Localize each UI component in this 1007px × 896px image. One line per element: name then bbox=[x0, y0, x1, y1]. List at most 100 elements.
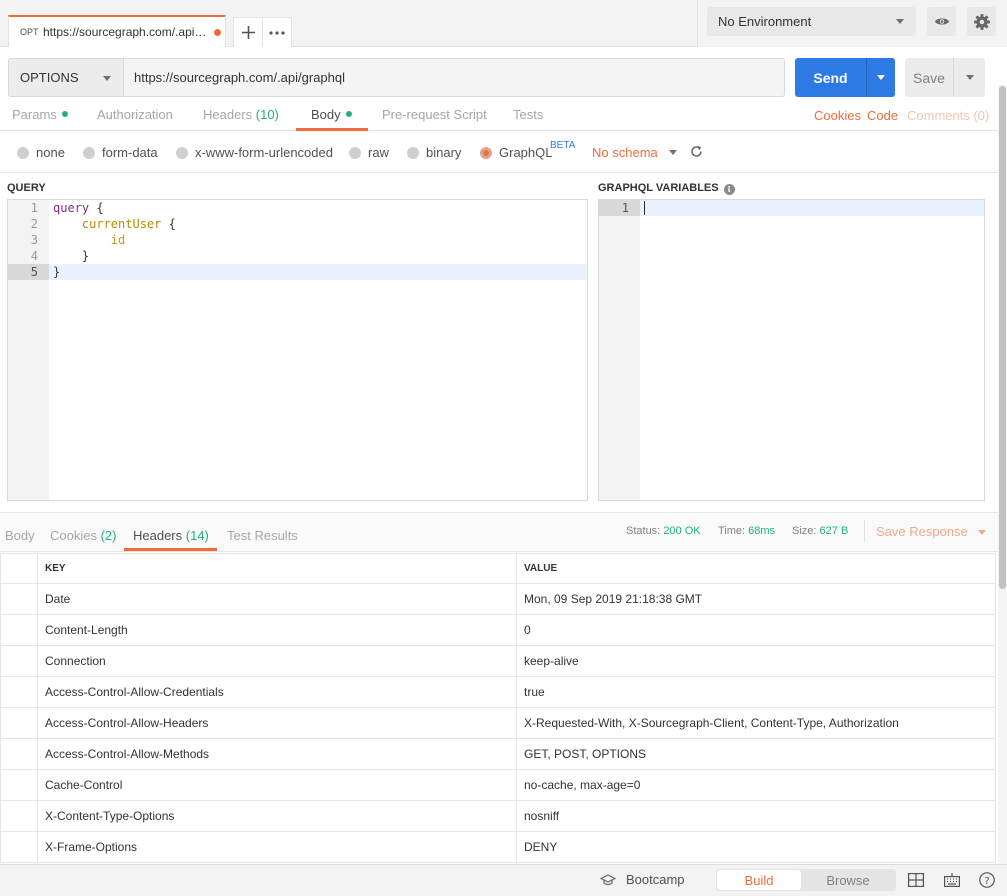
query-title: QUERY bbox=[7, 182, 46, 194]
chevron-down-icon bbox=[978, 530, 987, 535]
size-info[interactable]: Size: 627 B bbox=[792, 525, 848, 537]
save-response-button[interactable]: Save Response bbox=[876, 524, 987, 539]
new-tab-button[interactable] bbox=[233, 17, 263, 47]
chevron-down-icon bbox=[877, 75, 885, 80]
chevron-down-icon bbox=[896, 19, 904, 24]
schema-select[interactable]: No schema bbox=[592, 145, 658, 160]
row-spacer bbox=[0, 676, 38, 708]
size-value: 627 B bbox=[819, 525, 849, 537]
code-text: } bbox=[53, 265, 61, 279]
table-row: Date Mon, 09 Sep 2019 21:18:38 GMT bbox=[0, 583, 996, 615]
scrollbar-thumb[interactable] bbox=[999, 86, 1006, 589]
body-type-urlencoded[interactable]: x-www-form-urlencoded bbox=[176, 145, 333, 160]
code-line-active: 5} bbox=[8, 264, 587, 280]
query-editor[interactable]: 1 query { 2 currentUser { 3 id 4 } 5} bbox=[7, 199, 588, 501]
header-key: X-Content-Type-Options bbox=[37, 800, 517, 832]
size-label: Size: bbox=[792, 525, 817, 537]
keyboard-shortcuts-button[interactable] bbox=[943, 871, 961, 889]
bootcamp-button[interactable]: Bootcamp bbox=[600, 872, 685, 887]
tab-body-label: Body bbox=[311, 107, 341, 122]
variables-title-label: GRAPHQL VARIABLES bbox=[598, 182, 719, 194]
code-line-active: 1 bbox=[599, 200, 984, 216]
code-line: 4 } bbox=[8, 248, 587, 264]
response-tab-cookies[interactable]: Cookies (2) bbox=[50, 528, 116, 543]
body-type-raw[interactable]: raw bbox=[349, 145, 389, 160]
unsaved-dot-icon bbox=[214, 29, 221, 36]
header-key: Connection bbox=[37, 645, 517, 677]
tab-options-button[interactable] bbox=[262, 17, 292, 47]
method-select[interactable]: OPTIONS bbox=[8, 58, 124, 97]
line-number: 1 bbox=[599, 200, 640, 216]
response-tab-headers[interactable]: Headers (14) bbox=[133, 528, 209, 543]
table-row: Access-Control-Allow-Credentials true bbox=[0, 676, 996, 708]
header-key: X-Frame-Options bbox=[37, 831, 517, 863]
save-button[interactable]: Save bbox=[905, 58, 953, 97]
send-dropdown-button[interactable] bbox=[866, 58, 895, 97]
table-header-row: KEY VALUE bbox=[0, 553, 996, 584]
code-line: 3 id bbox=[8, 232, 587, 248]
comments-link[interactable]: Comments (0) bbox=[907, 108, 989, 123]
table-row: Cache-Control no-cache, max-age=0 bbox=[0, 769, 996, 801]
response-tab-headers-label: Headers bbox=[133, 528, 183, 543]
time-info[interactable]: Time: 68ms bbox=[718, 525, 775, 537]
table-row: Connection keep-alive bbox=[0, 645, 996, 677]
response-headers-table: KEY VALUE Date Mon, 09 Sep 2019 21:18:38 … bbox=[0, 553, 996, 863]
tab-authorization[interactable]: Authorization bbox=[97, 107, 173, 122]
cookies-link[interactable]: Cookies bbox=[814, 108, 861, 123]
tab-headers[interactable]: Headers (10) bbox=[203, 107, 279, 122]
row-spacer bbox=[0, 645, 38, 677]
body-type-graphql-label: GraphQL bbox=[499, 145, 553, 160]
environment-quick-look-button[interactable] bbox=[927, 7, 956, 36]
plus-icon bbox=[241, 26, 255, 39]
tab-params[interactable]: Params bbox=[12, 107, 68, 122]
status-info: Status: 200 OK bbox=[626, 525, 701, 537]
browse-mode-button[interactable]: Browse bbox=[801, 870, 895, 890]
body-type-form-data-label: form-data bbox=[102, 145, 158, 160]
code-field: currentUser bbox=[53, 217, 162, 231]
save-dropdown-button[interactable] bbox=[953, 58, 985, 97]
body-type-raw-label: raw bbox=[368, 145, 389, 160]
response-tab-cookies-count: (2) bbox=[100, 528, 117, 543]
code-field: id bbox=[53, 233, 126, 247]
chevron-down-icon[interactable] bbox=[669, 150, 677, 155]
refresh-schema-button[interactable] bbox=[690, 145, 703, 161]
body-type-binary[interactable]: binary bbox=[407, 145, 461, 160]
response-tab-cookies-label: Cookies bbox=[50, 528, 97, 543]
help-button[interactable]: ? bbox=[978, 871, 996, 889]
status-value: 200 OK bbox=[663, 525, 701, 537]
request-tab[interactable]: OPT https://sourcegraph.com/.api/graphql bbox=[8, 15, 226, 47]
variables-editor[interactable]: 1 bbox=[598, 199, 985, 501]
header-value: Mon, 09 Sep 2019 21:18:38 GMT bbox=[516, 583, 996, 615]
bootcamp-label: Bootcamp bbox=[626, 872, 685, 887]
radio-icon bbox=[83, 146, 95, 159]
url-input[interactable] bbox=[124, 58, 785, 97]
info-icon[interactable]: i bbox=[723, 184, 735, 195]
manage-environments-button[interactable] bbox=[967, 7, 996, 36]
send-button[interactable]: Send bbox=[795, 58, 866, 97]
variables-title: GRAPHQL VARIABLES i bbox=[598, 182, 735, 195]
body-type-form-data[interactable]: form-data bbox=[83, 145, 158, 160]
request-tabs: Params Authorization Headers (10) Body P… bbox=[0, 102, 1000, 131]
code-link[interactable]: Code bbox=[867, 108, 898, 123]
code-line: 2 currentUser { bbox=[8, 216, 587, 232]
header-value: 0 bbox=[516, 614, 996, 646]
two-pane-icon bbox=[908, 873, 924, 887]
header-value: nosniff bbox=[516, 800, 996, 832]
tab-pre-request-script[interactable]: Pre-request Script bbox=[382, 107, 487, 122]
response-tab-test-results[interactable]: Test Results bbox=[227, 528, 298, 543]
environment-select[interactable]: No Environment bbox=[707, 7, 916, 36]
build-mode-button[interactable]: Build bbox=[717, 870, 801, 890]
tab-body[interactable]: Body bbox=[311, 107, 352, 122]
response-tab-body[interactable]: Body bbox=[5, 528, 35, 543]
header-value: no-cache, max-age=0 bbox=[516, 769, 996, 801]
method-label: OPTIONS bbox=[20, 70, 79, 85]
table-row: Access-Control-Allow-Headers X-Requested-… bbox=[0, 707, 996, 739]
body-type-graphql[interactable]: GraphQL bbox=[480, 145, 552, 160]
two-pane-view-button[interactable] bbox=[907, 871, 925, 889]
tab-tests[interactable]: Tests bbox=[513, 107, 543, 122]
keyboard-icon bbox=[944, 873, 960, 887]
body-type-none[interactable]: none bbox=[17, 145, 65, 160]
chevron-down-icon bbox=[965, 75, 974, 80]
environment-selected: No Environment bbox=[718, 14, 812, 29]
header-value: GET, POST, OPTIONS bbox=[516, 738, 996, 770]
